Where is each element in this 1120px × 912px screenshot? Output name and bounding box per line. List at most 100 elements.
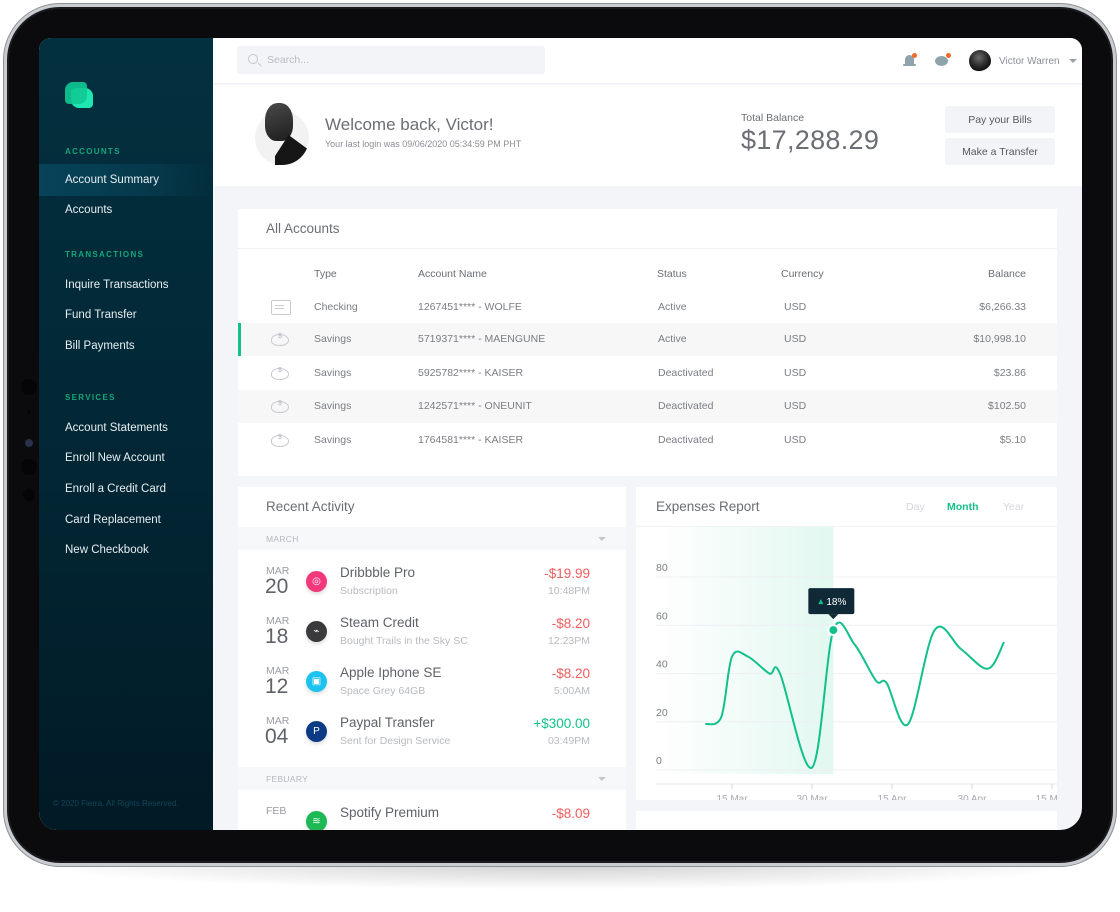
- cell-currency: USD: [784, 400, 807, 412]
- activity-title: Apple Iphone SE: [340, 665, 442, 680]
- search-icon: [248, 54, 258, 64]
- activity-item[interactable]: MAR 20 Dribbble Pro Subscription -$19.99 10:4…: [238, 565, 626, 615]
- cell-balance: $10,998.10: [973, 333, 1026, 345]
- activity-item[interactable]: FEB Spotify Premium -$8.09 ≋: [238, 805, 626, 830]
- divider: [238, 248, 1057, 249]
- notification-dot: [912, 53, 917, 58]
- sidebar-item-account-statements[interactable]: Account Statements: [39, 412, 213, 444]
- check-icon: [271, 300, 291, 315]
- chat-icon[interactable]: [935, 53, 951, 69]
- card-title: All Accounts: [266, 221, 340, 236]
- activity-subtitle: Subscription: [340, 585, 398, 597]
- cell-type: Savings: [314, 400, 352, 412]
- user-name: Victor Warren: [999, 55, 1060, 67]
- spotify-icon: ≋: [306, 811, 327, 830]
- sidebar-item-enroll-new-account[interactable]: Enroll New Account: [39, 442, 213, 474]
- activity-item[interactable]: MAR 18 Steam Credit Bought Trails in the Sk…: [238, 615, 626, 665]
- sidebar: ACCOUNTS Account Summary Accounts TRANSA…: [39, 38, 213, 830]
- table-row[interactable]: Savings 1764581**** - KAISER Deactivated US…: [238, 424, 1057, 457]
- highlight-point: [827, 624, 840, 637]
- tooltip-label: 18%: [826, 597, 846, 608]
- cell-status: Deactivated: [658, 434, 714, 446]
- col-header-currency: Currency: [781, 268, 824, 280]
- make-transfer-button[interactable]: Make a Transfer: [945, 138, 1055, 165]
- activity-amount: -$8.20: [551, 616, 590, 631]
- month-label: MARCH: [266, 534, 299, 544]
- table-row[interactable]: Checking 1267451**** - WOLFE Active USD $6,2…: [238, 291, 1057, 324]
- welcome-panel: Welcome back, Victor! Your last login wa…: [213, 85, 1082, 186]
- sidebar-item-fund-transfer[interactable]: Fund Transfer: [39, 299, 213, 331]
- fierra-logo-icon[interactable]: [65, 82, 93, 108]
- cell-currency: USD: [784, 367, 807, 379]
- range-tab-month[interactable]: Month: [947, 501, 979, 513]
- activity-day: 20: [265, 575, 289, 598]
- activity-item[interactable]: MAR 04 Paypal Transfer Sent for Design Serv…: [238, 715, 626, 765]
- col-header-status: Status: [657, 268, 687, 280]
- col-header-account-name: Account Name: [418, 268, 487, 280]
- piggy-bank-icon: [271, 434, 289, 447]
- cell-status: Active: [658, 301, 687, 313]
- user-menu[interactable]: Victor Warren: [969, 48, 1077, 74]
- activity-day: 12: [265, 675, 289, 698]
- sidebar-item-account-summary[interactable]: Account Summary: [39, 164, 213, 196]
- cell-balance: $102.50: [988, 400, 1026, 412]
- y-tick-label: 20: [656, 707, 668, 719]
- sidebar-item-bill-payments[interactable]: Bill Payments: [39, 330, 213, 362]
- x-tick-label: 15 May: [1036, 794, 1057, 800]
- sidebar-item-card-replacement[interactable]: Card Replacement: [39, 504, 213, 536]
- table-row[interactable]: Savings 5719371**** - MAENGUNE Active USD $1…: [238, 323, 1057, 356]
- activity-day: 04: [265, 725, 289, 748]
- cell-currency: USD: [784, 333, 807, 345]
- chevron-down-icon[interactable]: [598, 777, 606, 781]
- last-login: Your last login was 09/06/2020 05:34:59 …: [325, 139, 522, 149]
- month-group-header[interactable]: FEBUARY: [238, 767, 626, 790]
- activity-item[interactable]: MAR 12 Apple Iphone SE Space Grey 64GB -$8.2…: [238, 665, 626, 715]
- search-input[interactable]: [267, 46, 537, 74]
- activity-time: 03:49PM: [547, 735, 590, 747]
- sidebar-item-inquire-transactions[interactable]: Inquire Transactions: [39, 269, 213, 301]
- col-header-type: Type: [314, 268, 337, 280]
- piggy-bank-icon: [271, 400, 289, 413]
- top-bar: Victor Warren: [213, 38, 1082, 84]
- cell-type: Savings: [314, 333, 352, 345]
- activity-title: Paypal Transfer: [340, 715, 435, 730]
- camera-dot: [21, 379, 37, 395]
- month-group-header[interactable]: MARCH: [238, 527, 626, 550]
- cell-status: Deactivated: [658, 367, 714, 379]
- pay-bills-button[interactable]: Pay your Bills: [945, 106, 1055, 133]
- x-tick-label: 30 Mar: [796, 794, 828, 800]
- cell-account-name: 5925782**** - KAISER: [418, 367, 524, 379]
- piggy-bank-icon: [271, 367, 289, 380]
- search-box[interactable]: [237, 46, 545, 74]
- cell-balance: $5.10: [999, 434, 1026, 446]
- chevron-down-icon[interactable]: [598, 537, 606, 541]
- month-label: FEBUARY: [266, 774, 309, 784]
- cell-type: Checking: [314, 301, 358, 313]
- cell-currency: USD: [784, 434, 807, 446]
- range-tab-year[interactable]: Year: [1003, 501, 1024, 513]
- activity-title: Steam Credit: [340, 615, 419, 630]
- card-title: Expenses Report: [656, 499, 760, 514]
- range-tab-day[interactable]: Day: [906, 501, 925, 513]
- activity-day: 18: [265, 625, 289, 648]
- activity-amount: +$300.00: [533, 716, 590, 731]
- welcome-title: Welcome back, Victor!: [325, 115, 494, 134]
- camera-dot: [21, 459, 37, 475]
- total-balance-value: $17,288.29: [741, 125, 880, 155]
- activity-time: 10:48PM: [547, 585, 590, 597]
- cell-balance: $6,266.33: [979, 301, 1026, 313]
- x-tick-label: 30 Apr: [958, 794, 988, 800]
- activity-amount: -$19.99: [544, 566, 590, 581]
- sidebar-item-new-checkbook[interactable]: New Checkbook: [39, 534, 213, 566]
- sidebar-item-enroll-credit-card[interactable]: Enroll a Credit Card: [39, 473, 213, 505]
- sidebar-item-accounts[interactable]: Accounts: [39, 194, 213, 226]
- camera-lens: [25, 439, 33, 447]
- table-row[interactable]: Savings 1242571**** - ONEUNIT Deactivated U…: [238, 390, 1057, 423]
- activity-amount: -$8.20: [551, 666, 590, 681]
- table-row[interactable]: Savings 5925782**** - KAISER Deactivated US…: [238, 357, 1057, 390]
- cell-account-name: 1764581**** - KAISER: [418, 434, 524, 446]
- avatar: [969, 50, 991, 72]
- bell-icon[interactable]: [903, 53, 917, 69]
- cell-type: Savings: [314, 434, 352, 446]
- cell-balance: $23.86: [993, 367, 1026, 379]
